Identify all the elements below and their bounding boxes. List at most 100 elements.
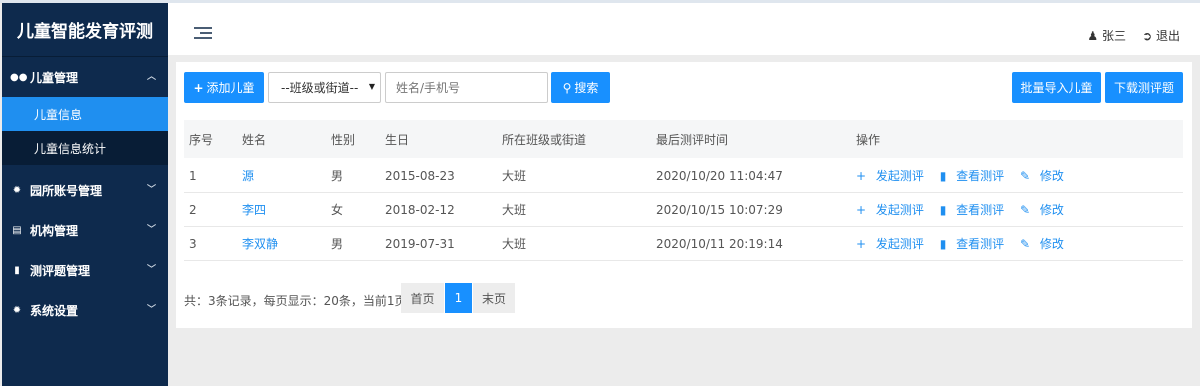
column-header: 最后测评时间 xyxy=(656,132,729,147)
start-eval-label: 发起测评 xyxy=(875,203,924,217)
start-eval-link[interactable]: + 发起测评 xyxy=(856,169,930,183)
users-icon: ●● xyxy=(10,71,28,83)
class-select-value: --班级或街道-- xyxy=(281,81,359,95)
row-number: 3 xyxy=(189,236,197,251)
logout-icon: ➲ xyxy=(1142,29,1153,43)
start-eval-link[interactable]: + 发起测评 xyxy=(856,237,930,251)
user-name: 张三 xyxy=(1101,29,1126,43)
row-actions: + 发起测评 ▮ 查看测评 ✎ 修改 xyxy=(856,167,1076,184)
page-1-button[interactable]: 1 xyxy=(445,283,472,313)
search-input[interactable] xyxy=(385,72,548,103)
last-eval-time: 2020/10/11 20:19:14 xyxy=(656,236,783,251)
content-card: + 添加儿童 --班级或街道-- ▼ ⚲ 搜索 批量导入儿童 下载测评题 序号 … xyxy=(176,62,1192,328)
view-eval-link[interactable]: ▮ 查看测评 xyxy=(940,237,1010,251)
search-button[interactable]: ⚲ 搜索 xyxy=(551,72,610,103)
chevron-up-icon: ︿ xyxy=(146,72,156,82)
user-menu[interactable]: ♟ 张三 xyxy=(1087,27,1126,44)
sidebar-item-questions[interactable]: ▮ 测评题管理 ﹀ xyxy=(2,250,168,290)
edit-link[interactable]: ✎ 修改 xyxy=(1020,237,1070,251)
gear-icon: ✹ xyxy=(12,304,22,316)
pagination-info: 共：3条记录，每页显示：20条，当前1页 xyxy=(184,294,407,308)
sidebar-item-child-management[interactable]: ●● 儿童管理 ︿ xyxy=(2,57,168,97)
search-icon: ⚲ xyxy=(562,80,572,95)
logout-button[interactable]: ➲ 退出 xyxy=(1142,27,1180,44)
sidebar-item-settings[interactable]: ✹ 系统设置 ﹀ xyxy=(2,290,168,330)
column-header: 操作 xyxy=(856,132,881,147)
pencil-icon: ✎ xyxy=(1019,203,1034,217)
edit-link[interactable]: ✎ 修改 xyxy=(1020,203,1070,217)
gender: 女 xyxy=(331,203,344,217)
add-child-label: 添加儿童 xyxy=(206,81,255,95)
last-eval-time: 2020/10/20 11:04:47 xyxy=(656,168,783,183)
chevron-down-icon: ﹀ xyxy=(146,225,156,235)
sidebar-item-label: 儿童管理 xyxy=(30,70,79,85)
column-header: 生日 xyxy=(385,132,410,147)
sidebar-item-child-info[interactable]: 儿童信息 xyxy=(2,97,168,131)
search-label: 搜索 xyxy=(574,81,599,95)
edit-link[interactable]: ✎ 修改 xyxy=(1020,169,1070,183)
pencil-icon: ✎ xyxy=(1019,237,1034,251)
document-icon: ▮ xyxy=(14,264,20,276)
start-eval-label: 发起测评 xyxy=(875,237,924,251)
row-number: 2 xyxy=(189,202,197,217)
top-bar: ♟ 张三 ➲ 退出 xyxy=(168,3,1200,55)
view-eval-label: 查看测评 xyxy=(956,169,1005,183)
sidebar-item-label: 机构管理 xyxy=(30,223,79,238)
birthday: 2018-02-12 xyxy=(385,202,455,217)
app-title: 儿童智能发育评测 xyxy=(2,3,168,57)
logout-label: 退出 xyxy=(1155,29,1180,43)
institution-icon: ▤ xyxy=(12,224,22,236)
last-page-button[interactable]: 末页 xyxy=(473,283,515,313)
view-eval-label: 查看测评 xyxy=(956,203,1005,217)
plus-icon: + xyxy=(856,169,870,183)
sidebar-item-label: 测评题管理 xyxy=(30,263,91,278)
gender: 男 xyxy=(331,237,344,251)
column-header: 序号 xyxy=(189,132,214,147)
batch-import-button[interactable]: 批量导入儿童 xyxy=(1012,72,1101,103)
row-actions: + 发起测评 ▮ 查看测评 ✎ 修改 xyxy=(856,235,1076,252)
class: 大班 xyxy=(502,203,527,217)
column-header: 性别 xyxy=(331,132,356,147)
class: 大班 xyxy=(502,169,527,183)
user-icon: ♟ xyxy=(1087,29,1099,43)
column-header: 所在班级或街道 xyxy=(502,132,587,147)
table-row: 2 李四 女 2018-02-12 大班 2020/10/15 10:07:29… xyxy=(184,193,1183,227)
gender: 男 xyxy=(331,169,344,183)
chevron-down-icon: ﹀ xyxy=(146,305,156,315)
last-eval-time: 2020/10/15 10:07:29 xyxy=(656,202,783,217)
document-icon: ▮ xyxy=(939,203,951,217)
start-eval-label: 发起测评 xyxy=(875,169,924,183)
plus-icon: + xyxy=(193,80,204,95)
table-row: 1 源 男 2015-08-23 大班 2020/10/20 11:04:47 … xyxy=(184,159,1183,193)
add-child-button[interactable]: + 添加儿童 xyxy=(184,72,264,103)
birthday: 2015-08-23 xyxy=(385,168,455,183)
sidebar-item-child-stats[interactable]: 儿童信息统计 xyxy=(2,131,168,165)
row-number: 1 xyxy=(189,168,197,183)
sidebar-item-label: 系统设置 xyxy=(30,303,79,318)
view-eval-link[interactable]: ▮ 查看测评 xyxy=(940,203,1010,217)
edit-label: 修改 xyxy=(1039,169,1064,183)
gear-icon: ✹ xyxy=(12,184,22,196)
child-name-link[interactable]: 李四 xyxy=(242,201,266,218)
chevron-down-icon: ﹀ xyxy=(146,185,156,195)
caret-down-icon: ▼ xyxy=(368,82,375,91)
menu-toggle-icon[interactable] xyxy=(194,27,212,41)
chevron-down-icon: ﹀ xyxy=(146,265,156,275)
start-eval-link[interactable]: + 发起测评 xyxy=(856,203,930,217)
view-eval-link[interactable]: ▮ 查看测评 xyxy=(940,169,1010,183)
column-header: 姓名 xyxy=(242,132,267,147)
class-select[interactable]: --班级或街道-- ▼ xyxy=(268,72,381,103)
plus-icon: + xyxy=(856,237,870,251)
child-name-link[interactable]: 李双静 xyxy=(242,235,278,252)
edit-label: 修改 xyxy=(1039,237,1064,251)
download-questions-button[interactable]: 下载测评题 xyxy=(1105,72,1183,103)
sidebar-item-institutions[interactable]: ▤ 机构管理 ﹀ xyxy=(2,210,168,250)
sidebar-item-school-accounts[interactable]: ✹ 园所账号管理 ﹀ xyxy=(2,170,168,210)
first-page-button[interactable]: 首页 xyxy=(401,283,444,313)
child-name-link[interactable]: 源 xyxy=(242,167,254,184)
document-icon: ▮ xyxy=(939,237,951,251)
pencil-icon: ✎ xyxy=(1019,169,1034,183)
table-row: 3 李双静 男 2019-07-31 大班 2020/10/11 20:19:1… xyxy=(184,227,1183,261)
sidebar: 儿童智能发育评测 ●● 儿童管理 ︿ 儿童信息 儿童信息统计 ✹ 园所账号管理 … xyxy=(2,3,168,386)
view-eval-label: 查看测评 xyxy=(956,237,1005,251)
